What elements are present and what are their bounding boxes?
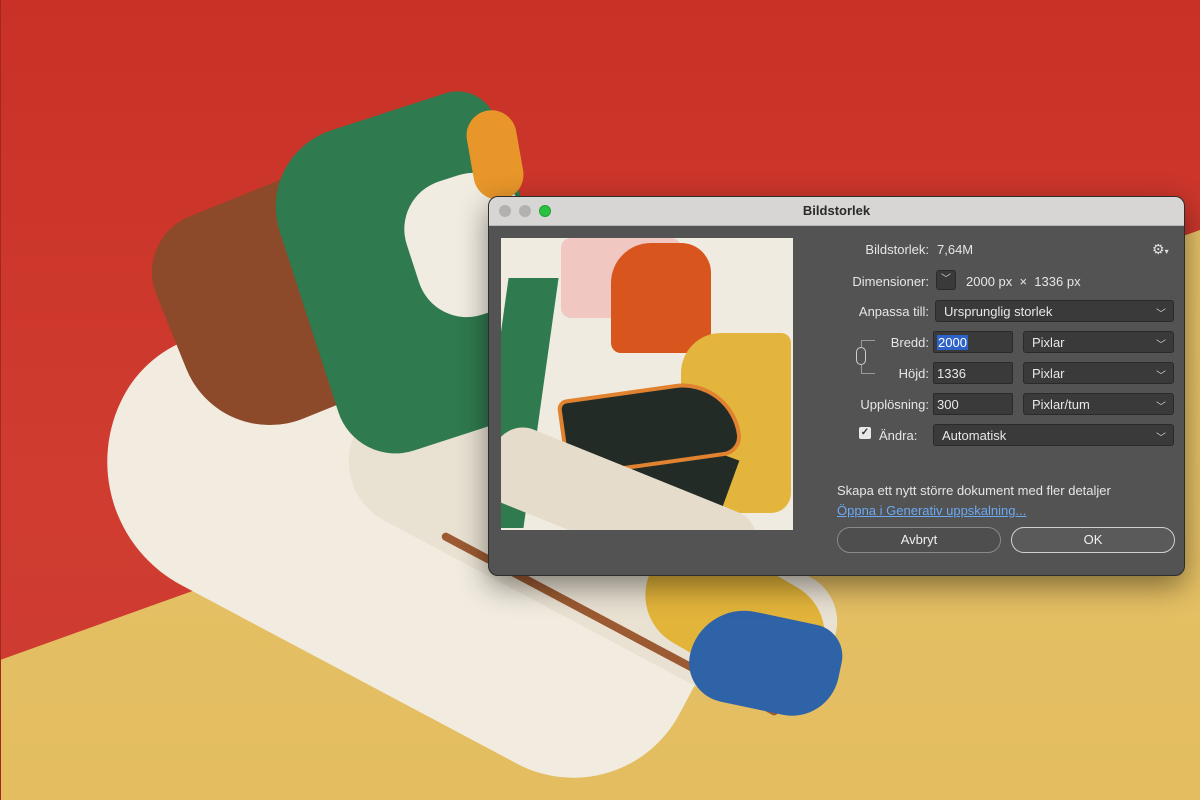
chevron-down-icon: ﹀ [1156,309,1166,320]
dialog-titlebar[interactable]: Bildstorlek [489,197,1184,226]
height-label: Höjd: [898,366,929,381]
chevron-down-icon: ﹀ [1156,340,1166,351]
image-size-dialog: Bildstorlek Bildstorlek: 7,64M ⚙▾ Dimens… [488,196,1185,576]
fit-to-value: Ursprunglig storlek [944,304,1053,319]
caret-icon: ▾ [1164,247,1169,256]
resolution-label: Upplösning: [860,397,929,412]
canvas-edge [0,0,1,800]
ok-button[interactable]: OK [1011,527,1175,553]
dimensions-label: Dimensioner: [852,274,929,289]
width-unit-select[interactable]: Pixlar ﹀ [1023,331,1174,353]
resample-label: Ändra: [879,428,918,443]
resample-checkbox[interactable]: ✓ [859,427,871,439]
image-size-value: 7,64M [937,242,974,257]
width-input[interactable]: 2000 [933,331,1013,353]
chevron-down-icon: ﹀ [1156,433,1166,444]
generative-upscale-link[interactable]: Öppna i Generativ uppskalning... [837,503,1026,518]
link-bracket-top-stem [861,340,862,347]
width-value: 2000 [937,335,968,350]
dimensions-unit-toggle[interactable]: ﹀ [936,270,956,290]
width-label: Bredd: [890,335,929,350]
chevron-down-icon: ﹀ [1156,371,1166,382]
height-unit-select[interactable]: Pixlar ﹀ [1023,362,1174,384]
chevron-down-icon: ﹀ [1156,402,1166,413]
link-icon[interactable] [856,347,866,365]
image-preview[interactable] [501,238,793,530]
resolution-unit-select[interactable]: Pixlar/tum ﹀ [1023,393,1174,415]
height-unit-value: Pixlar [1032,366,1065,381]
width-unit-value: Pixlar [1032,335,1065,350]
height-value: 1336 [937,366,966,381]
image-size-label: Bildstorlek: [865,242,929,257]
cancel-button[interactable]: Avbryt [837,527,1001,553]
height-input[interactable]: 1336 [933,362,1013,384]
resolution-input[interactable]: 300 [933,393,1013,415]
resolution-value: 300 [937,397,959,412]
dimensions-value: 2000 px × 1336 px [966,274,1081,289]
dialog-title: Bildstorlek [802,203,871,218]
gear-icon[interactable]: ⚙▾ [1152,241,1169,258]
resample-select[interactable]: Automatisk ﹀ [933,424,1174,446]
fit-to-label: Anpassa till: [858,304,929,319]
preview-orange-collar [611,243,711,353]
resample-value: Automatisk [942,428,1007,443]
upscale-info-text: Skapa ett nytt större dokument med fler … [837,483,1111,498]
resolution-unit-value: Pixlar/tum [1032,397,1090,412]
checkmark-icon: ✓ [860,427,870,438]
fit-to-select[interactable]: Ursprunglig storlek ﹀ [935,300,1174,322]
link-bracket-bottom-stem [861,365,862,373]
chevron-down-icon: ﹀ [941,274,951,285]
